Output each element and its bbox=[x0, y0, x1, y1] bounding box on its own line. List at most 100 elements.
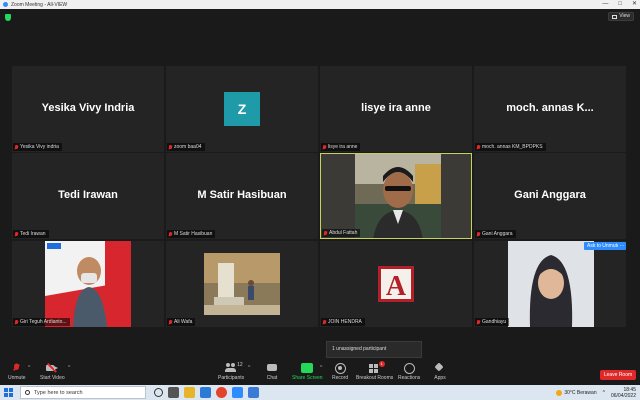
windows-start-icon[interactable] bbox=[4, 387, 14, 398]
leave-room-button[interactable]: Leave Room bbox=[600, 370, 636, 380]
chrome-icon[interactable] bbox=[216, 387, 227, 398]
participant-tile[interactable]: Tedi Irawan Tedi Irawan bbox=[12, 153, 164, 239]
view-label: View bbox=[619, 13, 630, 19]
minimize-button[interactable]: — bbox=[602, 0, 608, 9]
meeting-area: View Yesika Vivy Indria Yesika Vivy indr… bbox=[0, 9, 640, 361]
clock[interactable]: 18:45 06/04/2022 bbox=[611, 387, 636, 399]
security-shield-icon[interactable] bbox=[5, 14, 11, 21]
participant-video bbox=[204, 253, 280, 315]
participant-tile[interactable]: Giri Teguh Ardianto... bbox=[12, 241, 164, 327]
participant-label: Yesika Vivy indria bbox=[13, 143, 62, 151]
breakout-rooms-icon: 1 bbox=[368, 361, 385, 373]
unassigned-participant-notice[interactable]: 1 unassigned participant bbox=[326, 341, 422, 358]
participant-name: Gani Anggara bbox=[482, 231, 513, 237]
svg-text:A: A bbox=[386, 271, 407, 302]
share-screen-button[interactable]: Share Screen bbox=[292, 363, 323, 381]
participant-display-name: Gani Anggara bbox=[514, 189, 586, 201]
file-explorer-icon[interactable] bbox=[184, 387, 195, 398]
weather-widget[interactable]: 30°C Berawan bbox=[556, 389, 597, 396]
search-icon bbox=[25, 390, 30, 395]
participants-options-caret[interactable]: ^ bbox=[248, 365, 250, 371]
taskbar-app-icon[interactable] bbox=[248, 387, 259, 398]
apps-button[interactable]: Apps bbox=[434, 363, 446, 381]
weather-icon bbox=[556, 389, 563, 396]
participant-name: Yesika Vivy indria bbox=[20, 144, 59, 150]
more-options-button[interactable]: ... bbox=[618, 242, 626, 250]
taskbar-search-input[interactable]: Type here to search bbox=[20, 386, 146, 399]
record-button[interactable]: Record bbox=[332, 363, 348, 381]
chat-button[interactable]: Chat bbox=[266, 363, 278, 381]
ask-to-unmute-button[interactable]: Ask to Unmute bbox=[584, 242, 623, 250]
muted-mic-icon bbox=[323, 319, 326, 325]
video-off-icon bbox=[46, 363, 59, 373]
unmute-button[interactable]: Unmute bbox=[8, 363, 26, 381]
apps-icon bbox=[434, 363, 446, 373]
muted-mic-icon bbox=[15, 319, 18, 325]
tray-arrow-icon[interactable]: ^ bbox=[603, 390, 605, 396]
unmute-options-caret[interactable]: ^ bbox=[28, 365, 30, 371]
participant-label: M Satir Hasibuan bbox=[167, 230, 216, 238]
participant-label: Giri Teguh Ardianto... bbox=[13, 318, 70, 326]
participant-video bbox=[508, 241, 594, 327]
participant-tile[interactable]: Z zoom baa04 bbox=[166, 66, 318, 152]
edge-icon[interactable] bbox=[200, 387, 211, 398]
participants-icon: 12 bbox=[225, 362, 243, 373]
participant-count: 12 bbox=[237, 362, 243, 368]
record-icon bbox=[334, 363, 347, 374]
participant-name: Tedi Irawan bbox=[20, 231, 46, 237]
participant-tile[interactable]: Gandhiayu bbox=[474, 241, 626, 327]
reactions-button[interactable]: Reactions bbox=[398, 363, 420, 381]
muted-mic-icon bbox=[477, 319, 480, 325]
muted-mic-icon bbox=[477, 231, 480, 237]
meeting-toolbar: Unmute ^ Start Video ^ 12 Participants ^… bbox=[0, 361, 640, 385]
zoom-logo-icon bbox=[3, 2, 8, 7]
window-title: Zoom Meeting - All-VIEW bbox=[11, 1, 68, 8]
participant-name: Giri Teguh Ardianto... bbox=[20, 319, 67, 325]
video-options-caret[interactable]: ^ bbox=[68, 365, 70, 371]
active-speaker-tile[interactable]: Abdul Fattah bbox=[320, 153, 472, 239]
participant-label: Ali Wafa bbox=[167, 318, 196, 326]
close-button[interactable]: ✕ bbox=[632, 0, 637, 9]
start-video-button[interactable]: Start Video bbox=[40, 363, 65, 381]
participant-video bbox=[355, 154, 441, 238]
participant-tile[interactable]: lisye ira anne lisye ira anne bbox=[320, 66, 472, 152]
share-options-caret[interactable]: ^ bbox=[320, 365, 322, 371]
participant-display-name: Tedi Irawan bbox=[58, 189, 118, 201]
grid-icon bbox=[612, 14, 618, 19]
participant-name: Gandhiayu bbox=[482, 319, 507, 325]
participant-name: Abdul Fattah bbox=[329, 230, 358, 236]
task-view-icon[interactable] bbox=[168, 387, 179, 398]
participant-avatar: A bbox=[378, 266, 414, 302]
participant-label: Tedi Irawan bbox=[13, 230, 49, 238]
participant-tile[interactable]: Gani Anggara Gani Anggara bbox=[474, 153, 626, 239]
participant-tile[interactable]: M Satir Hasibuan M Satir Hasibuan bbox=[166, 153, 318, 239]
participant-label: Abdul Fattah bbox=[322, 229, 361, 237]
microphone-muted-icon bbox=[11, 363, 23, 373]
zoom-taskbar-icon[interactable] bbox=[232, 387, 243, 398]
participant-label: Gandhiayu bbox=[475, 318, 510, 326]
maximize-button[interactable]: □ bbox=[618, 0, 622, 9]
participant-label: zoom baa04 bbox=[167, 143, 205, 151]
search-placeholder: Type here to search bbox=[34, 389, 83, 396]
participant-tile[interactable]: Yesika Vivy Indria Yesika Vivy indria bbox=[12, 66, 164, 152]
participant-label: moch. annas KM_BPDPKS bbox=[475, 143, 546, 151]
breakout-rooms-button[interactable]: 1 Breakout Rooms bbox=[356, 361, 393, 381]
participant-display-name: M Satir Hasibuan bbox=[197, 189, 287, 201]
participant-display-name: Yesika Vivy Indria bbox=[41, 102, 135, 114]
participant-name: M Satir Hasibuan bbox=[174, 231, 213, 237]
system-tray: 30°C Berawan ^ 18:45 06/04/2022 bbox=[556, 385, 636, 400]
avatar: Z bbox=[224, 92, 260, 126]
title-bar: Zoom Meeting - All-VIEW — □ ✕ bbox=[0, 0, 640, 9]
muted-mic-icon bbox=[324, 230, 327, 236]
muted-mic-icon bbox=[169, 231, 172, 237]
participant-tile[interactable]: moch. annas K... moch. annas KM_BPDPKS bbox=[474, 66, 626, 152]
breakout-badge: 1 bbox=[378, 361, 385, 367]
participants-button[interactable]: 12 Participants bbox=[218, 362, 244, 381]
cortana-icon[interactable] bbox=[154, 388, 163, 397]
participant-name: Ali Wafa bbox=[174, 319, 193, 325]
view-button[interactable]: View bbox=[608, 12, 634, 21]
participant-display-name: lisye ira anne bbox=[361, 102, 431, 114]
participant-tile[interactable]: Ali Wafa bbox=[166, 241, 318, 327]
muted-mic-icon bbox=[169, 144, 172, 150]
participant-tile[interactable]: A JOIN HENDRA bbox=[320, 241, 472, 327]
